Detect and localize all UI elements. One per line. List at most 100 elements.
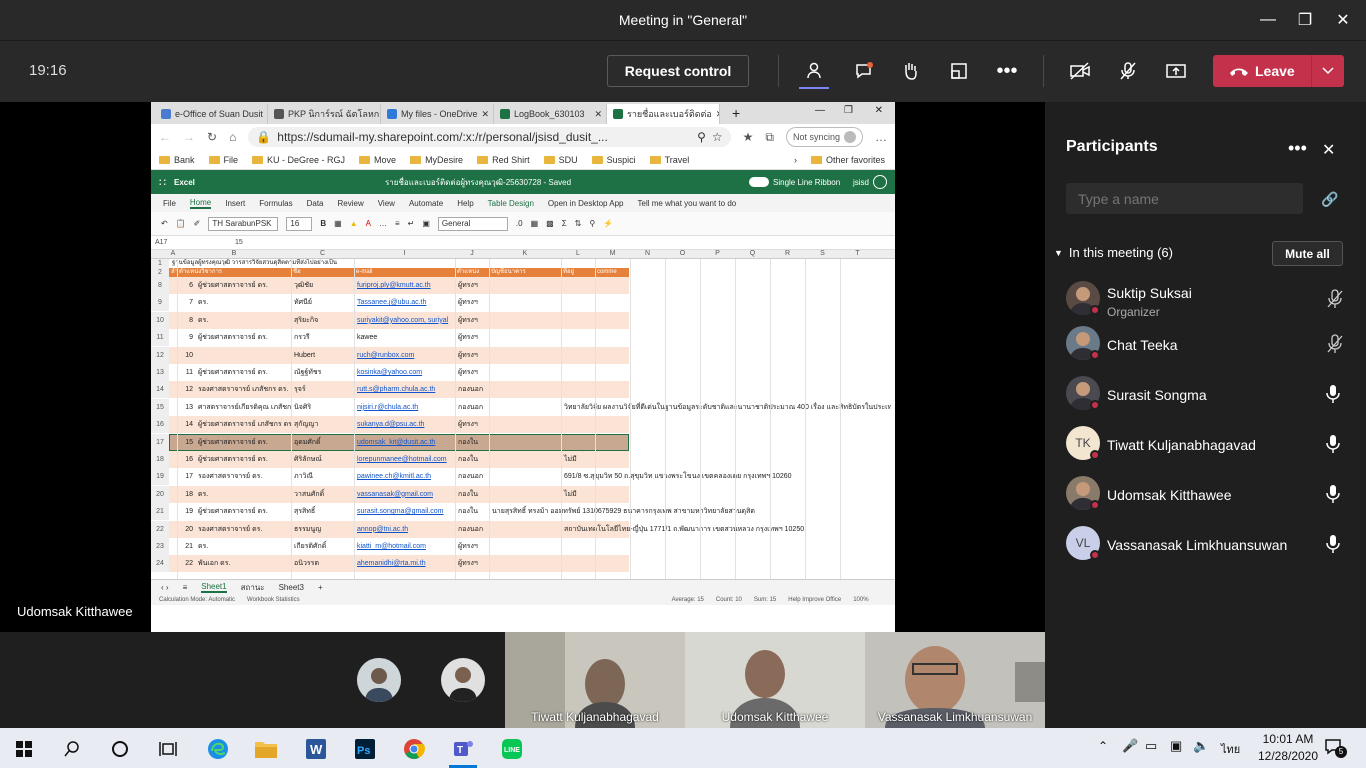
sum-icon[interactable]: Σ — [562, 219, 567, 228]
cell-position[interactable]: กองใน — [455, 503, 489, 520]
row-header[interactable]: 22 — [151, 520, 169, 538]
cell-position[interactable]: กองนอก — [455, 381, 489, 398]
row-header[interactable]: 12 — [151, 346, 169, 364]
single-line-ribbon-toggle[interactable]: Single Line Ribbon — [749, 177, 840, 187]
row-header[interactable]: 13 — [151, 364, 169, 381]
table-header-cell[interactable]: comme — [597, 268, 617, 277]
paste-icon[interactable]: 📋 — [176, 219, 186, 228]
cell-name[interactable]: วาสนศักดิ์ — [291, 486, 354, 503]
table-header-cell[interactable]: e-mail — [356, 268, 372, 277]
back-icon[interactable]: ← — [159, 130, 171, 144]
share-invite-icon[interactable]: 🔗 — [1321, 191, 1338, 208]
cell-email[interactable]: ahemanidhi@rta.mi.th — [354, 555, 455, 572]
mic-muted-icon[interactable] — [1326, 289, 1344, 311]
favorite-item[interactable]: KU - DeGree - RGJ — [252, 155, 345, 165]
file-explorer-icon[interactable] — [246, 734, 286, 764]
cell-email[interactable]: pawinee.ch@kmitl.ac.th — [354, 468, 455, 485]
cell-email[interactable]: Tassanee.j@ubu.ac.th — [354, 294, 455, 311]
cell-email[interactable]: surasit.songma@gmail.com — [354, 503, 455, 520]
column-header[interactable]: J — [455, 250, 489, 259]
sort-filter-icon[interactable]: ⇅ — [575, 219, 582, 228]
row-header[interactable]: 14 — [151, 381, 169, 399]
all-sheets-icon[interactable]: ≡ — [183, 583, 188, 592]
ideas-icon[interactable]: ⚡ — [603, 219, 613, 228]
cell-name[interactable]: Hubert — [291, 347, 354, 364]
formula-input[interactable]: 15 — [235, 239, 243, 246]
favorite-item[interactable]: Suspici — [591, 155, 636, 165]
document-title[interactable]: รายชื่อและเบอร์ติดต่อผู้ทรงคุณวุฒิ-25630… — [385, 176, 571, 189]
video-tile[interactable]: Udomsak Kitthawee — [685, 632, 865, 728]
input-language[interactable]: ไทย — [1221, 740, 1240, 758]
task-view-icon[interactable] — [148, 734, 188, 764]
cell-title[interactable]: ศาสตราจารย์เกียรติคุณ เภสัชกร ดร. — [195, 399, 291, 416]
decimal-icon[interactable]: .0 — [516, 219, 523, 228]
search-icon[interactable] — [52, 734, 92, 764]
align-icon[interactable]: ≡ — [395, 219, 400, 228]
cell-email[interactable]: ruch@runbox.com — [354, 347, 455, 364]
cell-address[interactable]: สถาบันเทคโนโลยีไทย-ญี่ปุ่น 1771/1 ถ.พัฒน… — [561, 521, 891, 538]
table-header-cell[interactable]: ตำแหน่ง — [457, 268, 479, 277]
browser-close-icon[interactable]: ✕ — [875, 105, 883, 116]
format-painter-icon[interactable]: ✐ — [194, 219, 201, 228]
cell-address[interactable]: วิทยาลัยวิจัย ผลงานวิจัยที่ดีเด่นในฐานข้… — [561, 399, 891, 416]
home-icon[interactable]: ⌂ — [229, 130, 236, 144]
cell-position[interactable]: ผู้ทรงฯ — [455, 277, 489, 294]
cell-title[interactable]: ดร. — [195, 294, 291, 311]
participants-icon[interactable] — [797, 55, 831, 87]
favorite-item[interactable]: MyDesire — [410, 155, 463, 165]
camera-off-icon[interactable] — [1063, 55, 1097, 87]
sheet-tab[interactable]: Sheet1 — [201, 582, 227, 593]
cell-position[interactable]: ผู้ทรงฯ — [455, 555, 489, 572]
mic-muted-icon[interactable] — [1326, 334, 1344, 356]
cell-name[interactable]: อนิวรรต — [291, 555, 354, 572]
user-avatar[interactable] — [873, 175, 887, 189]
cell-title[interactable]: รองศาสตราจารย์ ดร. — [195, 468, 291, 485]
cell-number[interactable]: 8 — [169, 312, 193, 329]
column-header[interactable]: Q — [735, 250, 770, 259]
chrome-icon[interactable] — [394, 734, 434, 764]
cell-position[interactable]: กองนอก — [455, 399, 489, 416]
cell-email[interactable]: kawee — [354, 329, 455, 346]
column-header[interactable]: L — [561, 250, 595, 259]
video-tile[interactable]: Tiwatt Kuljanabhagavad — [505, 632, 685, 728]
table-header-cell[interactable]: ตำแหน่งวิชาการ — [179, 268, 222, 277]
cell-number[interactable]: 22 — [169, 555, 193, 572]
cell-position[interactable]: ผู้ทรงฯ — [455, 294, 489, 311]
mic-icon[interactable] — [1326, 434, 1344, 456]
app-launcher-icon[interactable]: ∷ — [159, 176, 166, 189]
sync-button[interactable]: Not syncing — [785, 127, 863, 147]
participant-row[interactable]: Udomsak Kitthawee — [1045, 470, 1366, 520]
sheet-tab[interactable]: Sheet3 — [279, 583, 304, 592]
in-meeting-section[interactable]: ▼ In this meeting (6) — [1054, 245, 1173, 260]
participant-thumbnail[interactable] — [357, 658, 401, 702]
close-tab-icon[interactable]: ✕ — [594, 109, 602, 120]
close-window-button[interactable]: ✕ — [1320, 0, 1366, 40]
borders-icon[interactable]: ▦ — [334, 219, 342, 228]
bold-icon[interactable]: B — [320, 219, 326, 228]
refresh-icon[interactable]: ↻ — [207, 130, 217, 144]
cell-position[interactable]: ผู้ทรงฯ — [455, 364, 489, 381]
chat-icon[interactable] — [847, 55, 881, 87]
table-format-icon[interactable]: ▩ — [546, 219, 554, 228]
merge-icon[interactable]: ▣ — [422, 219, 430, 228]
cell-position[interactable]: ผู้ทรงฯ — [455, 312, 489, 329]
cell-email[interactable]: lorepunmanee@hotmail.com — [354, 451, 455, 468]
find-icon[interactable]: ⚲ — [589, 219, 595, 228]
new-tab-icon[interactable]: + — [732, 105, 740, 121]
ribbon-tab-automate[interactable]: Automate — [409, 199, 443, 208]
participant-row[interactable]: Surasit Songma — [1045, 370, 1366, 420]
close-panel-icon[interactable]: ✕ — [1322, 140, 1335, 160]
browser-tab[interactable]: LogBook_630103 ✕ — [494, 104, 607, 124]
row-header[interactable]: 16 — [151, 416, 169, 434]
edge-icon[interactable] — [198, 734, 238, 764]
raise-hand-icon[interactable] — [893, 55, 927, 87]
mute-all-button[interactable]: Mute all — [1272, 241, 1343, 266]
conditional-format-icon[interactable]: ▦ — [531, 219, 539, 228]
cell-name[interactable]: สุรสิทธิ์ — [291, 503, 354, 520]
ribbon-tab-help[interactable]: Help — [457, 199, 473, 208]
cell-number[interactable]: 6 — [169, 277, 193, 294]
cell-title[interactable]: ผู้ช่วยศาสตราจารย์ ดร. — [195, 364, 291, 381]
participant-row[interactable]: TK Tiwatt Kuljanabhagavad — [1045, 420, 1366, 470]
cell-title[interactable]: ผู้ช่วยศาสตราจารย์ ดร. — [195, 503, 291, 520]
cell-title[interactable]: ดร. — [195, 312, 291, 329]
